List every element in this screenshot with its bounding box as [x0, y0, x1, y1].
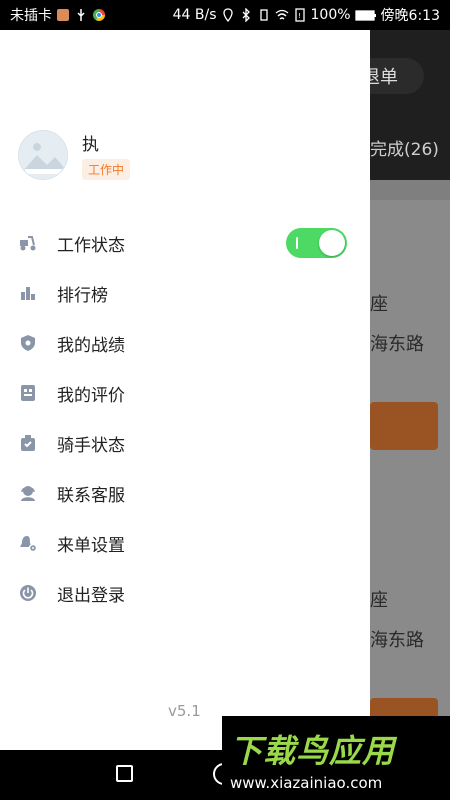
app-version: v5.1	[168, 702, 201, 720]
background-tab-completed: 完成(26)	[370, 140, 439, 160]
menu-item-label: 来单设置	[57, 535, 125, 556]
shield-star-icon	[18, 333, 38, 353]
menu-item-rider-status[interactable]: 骑手状态	[0, 418, 370, 468]
watermark-brand: 下载鸟应用	[230, 732, 396, 770]
background-action-button	[370, 402, 438, 450]
menu-item-reviews[interactable]: 我的评价	[0, 368, 370, 418]
bell-settings-icon	[18, 533, 38, 553]
avatar[interactable]	[18, 130, 68, 180]
scooter-icon	[18, 233, 38, 253]
status-bar: 未插卡 44 B/s ! 100% 傍晚6:13	[0, 0, 450, 30]
recent-apps-button[interactable]	[116, 765, 133, 782]
vibrate-icon	[257, 8, 271, 22]
power-icon	[18, 583, 38, 603]
status-badge: 工作中	[82, 159, 131, 180]
watermark: 下载鸟应用 www.xiazainiao.com	[222, 716, 450, 800]
background-address-line: 座	[370, 590, 388, 611]
location-icon	[221, 8, 235, 23]
svg-text:!: !	[298, 12, 301, 20]
menu-item-logout[interactable]: 退出登录	[0, 568, 370, 618]
menu-item-label: 退出登录	[57, 585, 125, 606]
menu-item-label: 骑手状态	[57, 435, 125, 456]
toggle-knob	[319, 230, 345, 256]
background-address-line: 海东路	[370, 630, 424, 651]
background-address-line: 座	[370, 294, 388, 315]
menu-item-achievements[interactable]: 我的战绩	[0, 318, 370, 368]
bar-chart-icon	[18, 283, 38, 303]
toggle-on-indicator	[296, 237, 298, 249]
watermark-url: www.xiazainiao.com	[230, 774, 383, 792]
network-speed: 44 B/s	[172, 7, 217, 23]
navigation-drawer: 执 工作中 工作状态 排行榜 我的战绩 我的评价 骑手状态 联系客服 来单设置 …	[0, 30, 370, 750]
user-profile[interactable]: 执 工作中	[18, 130, 131, 180]
bluetooth-icon	[239, 7, 253, 23]
menu-item-label: 工作状态	[57, 235, 125, 256]
rating-icon	[18, 383, 38, 403]
battery-icon	[354, 8, 377, 22]
usb-icon	[74, 8, 88, 22]
battery-label: 100%	[310, 7, 351, 23]
wifi-icon	[275, 8, 289, 22]
app-notification-icon	[56, 8, 70, 22]
menu-item-label: 我的评价	[57, 385, 125, 406]
clock: 傍晚6:13	[380, 8, 440, 24]
chrome-icon	[92, 8, 106, 22]
menu-item-label: 排行榜	[57, 285, 108, 306]
sim-icon: !	[293, 8, 307, 22]
menu-item-order-settings[interactable]: 来单设置	[0, 518, 370, 568]
menu-item-label: 我的战绩	[57, 335, 125, 356]
headset-icon	[18, 483, 38, 503]
menu-item-label: 联系客服	[57, 485, 125, 506]
background-address-line: 海东路	[370, 334, 424, 355]
user-name: 执	[82, 135, 99, 155]
carrier-label: 未插卡	[10, 8, 52, 24]
rider-status-icon	[18, 433, 38, 453]
menu-item-customer-service[interactable]: 联系客服	[0, 468, 370, 518]
drawer-menu: 工作状态 排行榜 我的战绩 我的评价 骑手状态 联系客服 来单设置 退出登录	[0, 218, 370, 618]
menu-item-leaderboard[interactable]: 排行榜	[0, 268, 370, 318]
work-status-toggle[interactable]	[286, 228, 347, 258]
menu-item-work-status[interactable]: 工作状态	[0, 218, 370, 268]
